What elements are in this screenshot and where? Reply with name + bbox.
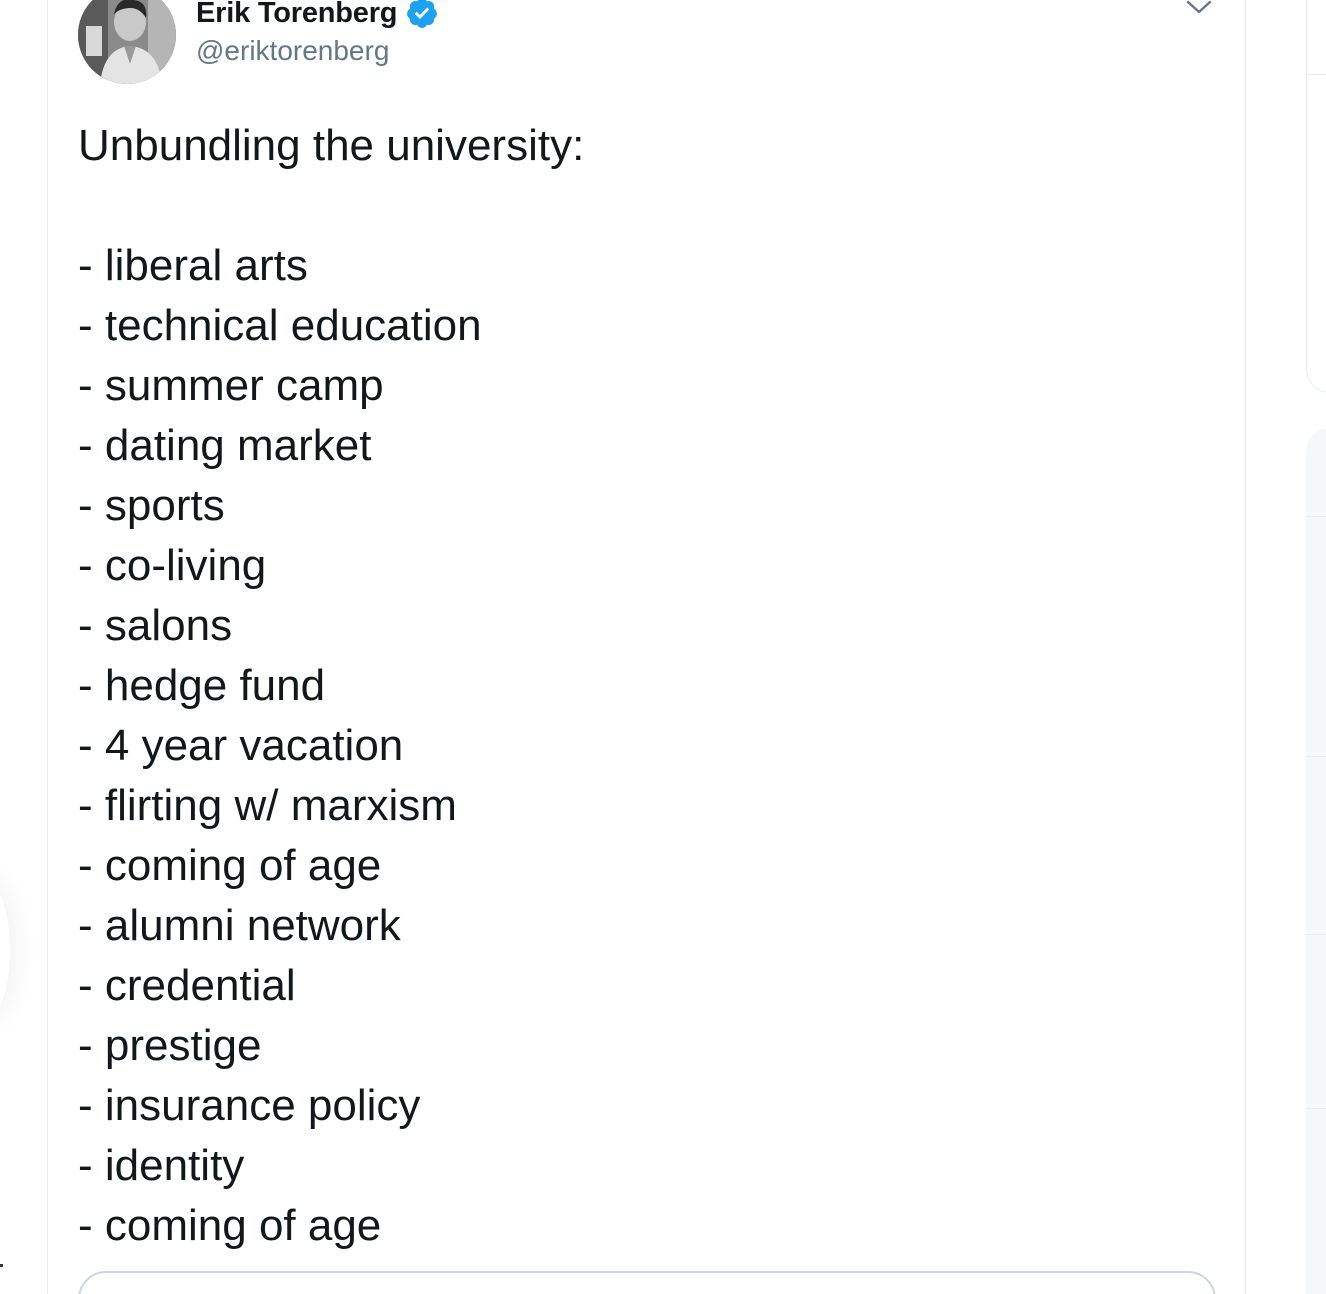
sidebar-divider [1306, 934, 1326, 935]
tweet-card: Erik Torenberg @eriktorenberg Unbundling… [47, 0, 1246, 1294]
tweet-list-item: - credential [78, 961, 296, 1010]
tweet-list-item: - liberal arts [78, 241, 308, 290]
tweet-list-item: - prestige [78, 1021, 262, 1070]
tweet-list-item: - salons [78, 601, 233, 650]
tweet-list-item: - coming of age [78, 1201, 382, 1250]
tweet-list-item: - dating market [78, 421, 372, 470]
tweet-list-item: - summer camp [78, 361, 384, 410]
profile-photo [78, 0, 176, 84]
author-name-row[interactable]: Erik Torenberg [196, 0, 439, 31]
tweet-list-item: - identity [78, 1141, 245, 1190]
sidebar-divider [1306, 74, 1326, 75]
tweet-list-item: - technical education [78, 301, 482, 350]
tweet-list-item: - hedge fund [78, 661, 326, 710]
tweet-text: Unbundling the university: - liberal art… [78, 116, 1198, 1256]
sidebar-panel-top [1306, 0, 1326, 393]
tweet-list: - liberal arts - technical education - sum… [78, 236, 1198, 1256]
author-handle[interactable]: @eriktorenberg [196, 35, 389, 67]
tweet-list-item: - co-living [78, 541, 267, 590]
sidebar-divider [1306, 516, 1326, 517]
tweet-heading: Unbundling the university: [78, 121, 585, 170]
tweet-list-item: - flirting w/ marxism [78, 781, 457, 830]
background-shadow [0, 880, 10, 1020]
tweet-list-item: - alumni network [78, 901, 401, 950]
author-display-name[interactable]: Erik Torenberg [196, 0, 398, 30]
tweet-list-item: - insurance policy [78, 1081, 421, 1130]
tweet-list-item: - coming of age [78, 841, 382, 890]
stray-mark [0, 1264, 3, 1267]
tweet-list-item: - sports [78, 481, 225, 530]
page: Erik Torenberg @eriktorenberg Unbundling… [0, 0, 1326, 1294]
chevron-down-icon[interactable] [1185, 0, 1213, 18]
tweet-list-item: - 4 year vacation [78, 721, 404, 770]
avatar[interactable] [78, 0, 176, 84]
verified-badge-icon [405, 0, 439, 30]
sidebar-panel-trends [1306, 428, 1326, 1294]
quoted-card-preview[interactable] [78, 1271, 1216, 1294]
sidebar-divider [1306, 1108, 1326, 1109]
sidebar-divider [1306, 756, 1326, 757]
